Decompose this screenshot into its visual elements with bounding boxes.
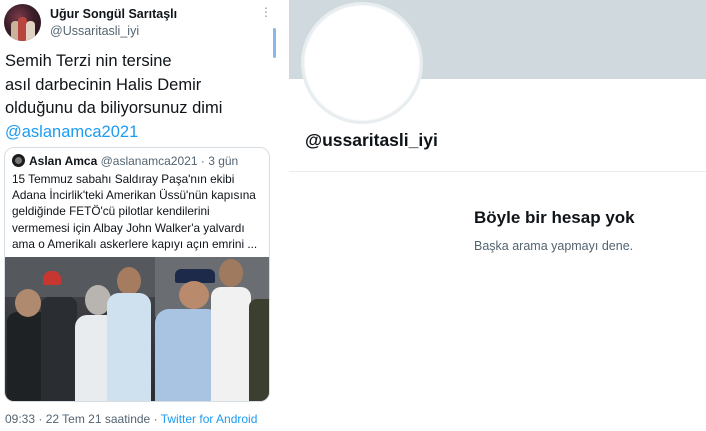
- tweet-mention-link[interactable]: @aslanamca2021: [5, 121, 275, 145]
- quoted-tweet-card[interactable]: Aslan Amca @aslanamca2021 · 3 gün 15 Tem…: [4, 147, 270, 402]
- quoted-text-line: ama o Amerikalı askerlere kapıyı açın em…: [12, 236, 258, 251]
- quoted-user-name: Aslan Amca: [29, 154, 98, 168]
- footer-separator: ·: [35, 412, 46, 426]
- tweet-source-link[interactable]: Twitter for Android: [161, 412, 258, 426]
- quoted-tweet-header: Aslan Amca @aslanamca2021 · 3 gün: [12, 154, 238, 168]
- more-vertical-icon[interactable]: ⋮: [260, 6, 272, 18]
- account-not-found-subtitle: Başka arama yapmayı dene.: [474, 239, 634, 253]
- tweet-text: Semih Terzi nin tersine asıl darbecinin …: [5, 50, 275, 144]
- tweet-text-line: Semih Terzi nin tersine: [5, 52, 172, 70]
- tweet-date[interactable]: 22 Tem 21 saatinde: [46, 412, 151, 426]
- quoted-text-line: vermemesi için Albay John Walker'a yalva…: [12, 220, 245, 235]
- quoted-text-line: geldiğinde FETÖ'cü pilotlar kendilerini: [12, 204, 210, 219]
- footer-separator: ·: [150, 412, 161, 426]
- tweet-text-line: olduğunu da biliyorsunuz dimi: [5, 99, 223, 117]
- tweet-text-line: asıl darbecinin Halis Demir: [5, 75, 202, 94]
- quoted-user-handle: @aslanamca2021: [100, 154, 198, 168]
- tweet-panel: Uğur Songül Sarıtaşlı @Ussaritasli_iyi ⋮…: [0, 0, 281, 431]
- quoted-separator: ·: [197, 154, 209, 168]
- account-not-found-title: Böyle bir hesap yok: [474, 208, 635, 227]
- quoted-tweet-photo[interactable]: [5, 257, 269, 401]
- quoted-time: 3 gün: [208, 154, 239, 168]
- profile-avatar[interactable]: [301, 2, 423, 124]
- divider: [289, 171, 706, 172]
- tweet-display-name[interactable]: Uğur Songül Sarıtaşlı: [50, 7, 177, 21]
- tweet-footer: 09:33 · 22 Tem 21 saatinde · Twitter for…: [5, 412, 257, 426]
- quoted-text-line: Adana İncirlik'teki Amerikan Üssü'nün ka…: [12, 188, 256, 203]
- tweet-time: 09:33: [5, 412, 36, 426]
- user-avatar[interactable]: [4, 4, 41, 41]
- quoted-tweet-text: 15 Temmuz sabahı Saldıray Paşa'nın ekibi…: [12, 171, 268, 252]
- quoted-user-avatar: [12, 154, 25, 167]
- profile-handle: @ussaritasli_iyi: [305, 130, 438, 150]
- quoted-text-line: 15 Temmuz sabahı Saldıray Paşa'nın ekibi: [12, 172, 235, 186]
- tweet-handle[interactable]: @Ussaritasli_iyi: [50, 24, 139, 38]
- profile-panel: @ussaritasli_iyi Böyle bir hesap yok Baş…: [289, 0, 706, 431]
